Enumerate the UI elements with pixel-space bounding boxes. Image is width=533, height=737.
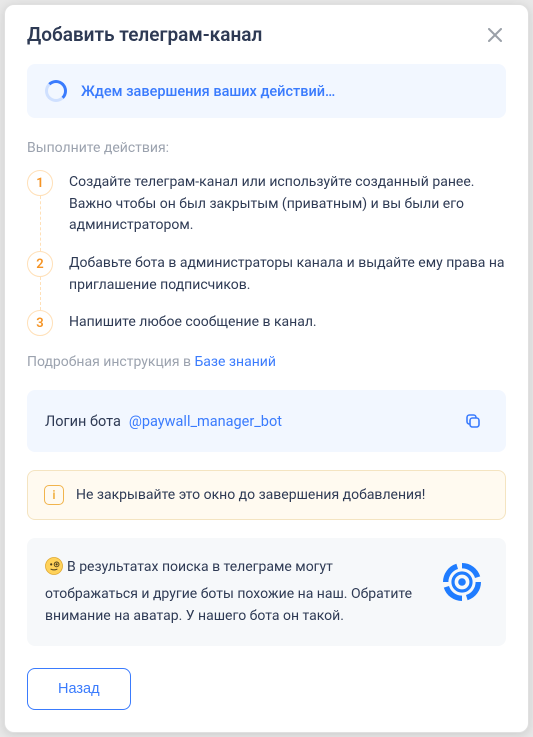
warning-box: i Не закрывайте это окно до завершения д…: [27, 470, 506, 520]
bot-login-box: Логин бота @paywall_manager_bot: [27, 390, 506, 452]
add-telegram-modal: Добавить телеграм-канал Ждем завершения …: [4, 4, 529, 733]
bot-login-left: Логин бота @paywall_manager_bot: [45, 413, 282, 430]
step-text: Добавьте бота в администраторы канала и …: [69, 251, 506, 296]
close-button[interactable]: [484, 24, 506, 46]
step-connector: [40, 277, 41, 310]
step-number: 1: [27, 170, 53, 196]
bot-login-value[interactable]: @paywall_manager_bot: [129, 413, 282, 430]
copy-icon: [464, 412, 482, 430]
status-box: Ждем завершения ваших действий…: [27, 64, 506, 118]
modal-header: Добавить телеграм-канал: [5, 5, 528, 60]
step-connector: [40, 196, 41, 251]
avatar-info-body: В результатах поиска в телеграме могут о…: [45, 559, 412, 624]
monocle-emoji-icon: [45, 557, 63, 582]
steps-list: 1 Создайте телеграм-канал или используйт…: [27, 170, 506, 336]
step-number: 2: [27, 251, 53, 277]
copy-button[interactable]: [458, 406, 488, 436]
step-item: 2 Добавьте бота в администраторы канала …: [27, 251, 506, 296]
steps-section-label: Выполните действия:: [27, 140, 506, 156]
step-number: 3: [27, 310, 53, 336]
warning-text: Не закрывайте это окно до завершения доб…: [76, 487, 425, 503]
modal-title: Добавить телеграм-канал: [27, 23, 262, 46]
step-item: 3 Напишите любое сообщение в канал.: [27, 310, 506, 336]
avatar-info-box: В результатах поиска в телеграме могут о…: [27, 538, 506, 645]
back-button[interactable]: Назад: [27, 668, 131, 710]
step-text: Напишите любое сообщение в канал.: [69, 310, 317, 336]
step-text: Создайте телеграм-канал или используйте …: [69, 170, 506, 237]
kb-prefix: Подробная инструкция в: [27, 354, 194, 370]
bot-avatar-icon: [436, 556, 488, 608]
info-icon: i: [44, 485, 64, 505]
spinner-icon: [45, 80, 67, 102]
step-item: 1 Создайте телеграм-канал или используйт…: [27, 170, 506, 237]
status-text: Ждем завершения ваших действий…: [81, 83, 335, 100]
modal-body: Ждем завершения ваших действий… Выполнит…: [5, 60, 528, 732]
avatar-info-text: В результатах поиска в телеграме могут о…: [45, 556, 420, 627]
kb-link[interactable]: Базе знаний: [194, 354, 275, 370]
kb-line: Подробная инструкция в Базе знаний: [27, 354, 506, 370]
bot-login-label: Логин бота: [45, 413, 121, 430]
close-icon: [488, 28, 502, 42]
